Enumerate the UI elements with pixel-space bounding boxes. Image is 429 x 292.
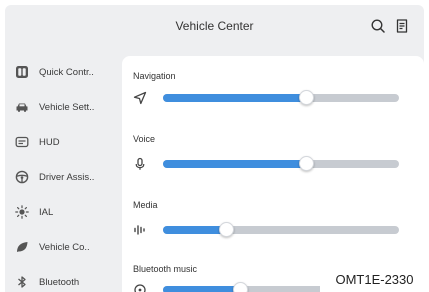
slider-thumb[interactable] [219, 222, 235, 237]
slider-fill [163, 226, 227, 234]
media-volume-slider[interactable] [133, 222, 411, 238]
waveform-icon [133, 223, 147, 237]
sidebar-item-driver-assistance[interactable]: Driver Assis.. [15, 167, 119, 187]
document-icon[interactable] [394, 18, 410, 34]
slider-track[interactable] [163, 90, 399, 105]
bluetooth-icon [15, 275, 29, 289]
navigation-volume-slider[interactable] [133, 90, 411, 106]
sidebar-item-vehicle-control[interactable]: Vehicle Co.. [15, 237, 119, 257]
sidebar-item-label: Quick Contr.. [39, 66, 94, 78]
voice-volume-slider[interactable] [133, 156, 411, 172]
media-volume-label: Media [133, 200, 158, 210]
sidebar-item-ial[interactable]: IAL [15, 202, 119, 222]
slider-track[interactable] [163, 222, 399, 237]
sidebar-item-label: Driver Assis.. [39, 171, 95, 183]
slider-fill [163, 94, 307, 102]
car-icon [15, 100, 29, 114]
top-bar: Vehicle Center [5, 5, 424, 50]
sidebar-item-quick-control[interactable]: Quick Contr.. [15, 62, 119, 82]
slider-track[interactable] [163, 156, 399, 171]
quick-control-icon [15, 65, 29, 79]
sound-volume-panel: Navigation Voice Media Bluetooth music [122, 56, 424, 292]
voice-volume-label: Voice [133, 134, 156, 144]
bluetooth-music-volume-label: Bluetooth music [133, 264, 198, 274]
sidebar-item-label: Vehicle Co.. [39, 241, 90, 253]
vehicle-center-screen: Vehicle Center Quick Contr.. Vehicle Set… [5, 5, 424, 292]
hud-icon [15, 135, 29, 149]
sidebar-item-label: Vehicle Sett.. [39, 101, 95, 113]
sidebar-item-label: IAL [39, 206, 54, 218]
sidebar-item-hud[interactable]: HUD [15, 132, 119, 152]
search-icon[interactable] [370, 18, 386, 34]
slider-thumb[interactable] [299, 156, 315, 171]
sidebar-item-label: Bluetooth [39, 276, 80, 288]
light-icon [15, 205, 29, 219]
slider-fill [163, 160, 307, 168]
steering-wheel-icon [15, 170, 29, 184]
sidebar-item-label: HUD [39, 136, 60, 148]
page-title: Vehicle Center [175, 19, 254, 33]
figure-code-label: OMT1E-2330 [320, 268, 429, 292]
slider-thumb[interactable] [299, 90, 315, 105]
navigation-arrow-icon [133, 91, 147, 105]
microphone-icon [133, 157, 147, 171]
sidebar-item-bluetooth[interactable]: Bluetooth [15, 272, 119, 292]
sidebar-item-vehicle-settings[interactable]: Vehicle Sett.. [15, 97, 119, 117]
music-icon [133, 283, 147, 292]
slider-thumb[interactable] [233, 282, 249, 292]
slider-fill [163, 286, 241, 292]
navigation-volume-label: Navigation [133, 71, 176, 81]
leaf-icon [15, 240, 29, 254]
sidebar: Quick Contr.. Vehicle Sett.. HUD Driver … [5, 50, 117, 292]
